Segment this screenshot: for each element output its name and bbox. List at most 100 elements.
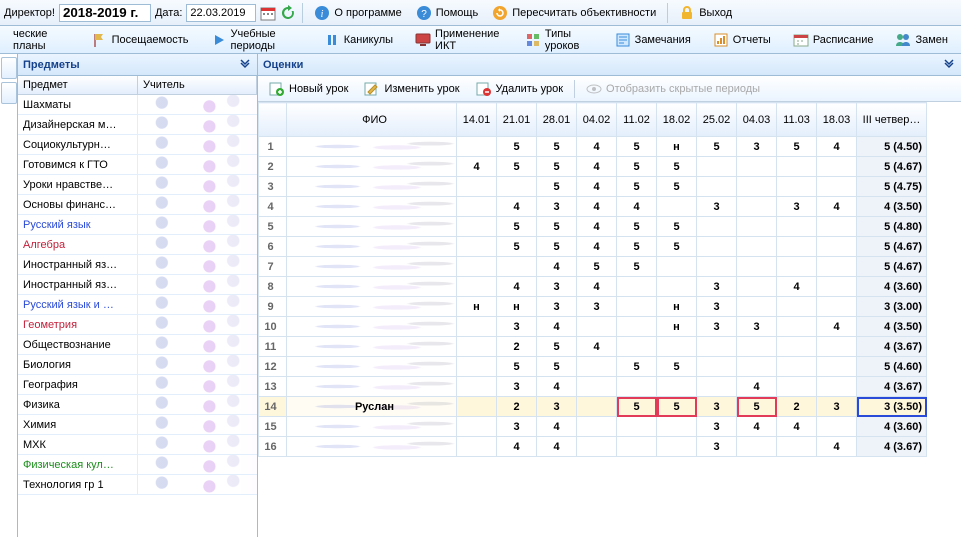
grade-cell[interactable] [657, 377, 697, 397]
grade-cell[interactable] [617, 437, 657, 457]
grade-cell[interactable] [577, 317, 617, 337]
grade-cell[interactable]: 5 [537, 337, 577, 357]
grade-cell[interactable]: н [657, 317, 697, 337]
grade-cell[interactable]: 4 [577, 237, 617, 257]
grade-cell[interactable]: 5 [617, 157, 657, 177]
recalc-button[interactable]: Пересчитать объективности [487, 3, 661, 23]
col-teacher[interactable]: Учитель [138, 76, 257, 94]
grade-cell[interactable]: 3 [537, 397, 577, 417]
delete-lesson-button[interactable]: Удалить урок [471, 79, 568, 99]
grades-grid[interactable]: ФИО14.0121.0128.0104.0211.0218.0225.0204… [258, 102, 961, 537]
grade-cell[interactable] [697, 337, 737, 357]
grade-cell[interactable]: 5 [617, 137, 657, 157]
grade-cell[interactable] [737, 157, 777, 177]
grade-cell[interactable]: 5 [737, 397, 777, 417]
scroll-right-button[interactable] [1, 82, 17, 104]
grade-cell[interactable]: 3 [697, 317, 737, 337]
grade-cell[interactable]: 5 [657, 217, 697, 237]
grade-cell[interactable]: 4 [817, 437, 857, 457]
exit-button[interactable]: Выход [674, 3, 737, 23]
subject-row[interactable]: Геометрия [18, 315, 257, 335]
table-row[interactable]: 5554555 (4.80) [259, 217, 927, 237]
grade-cell[interactable]: 3 [537, 277, 577, 297]
grade-cell[interactable]: 4 [497, 437, 537, 457]
tab-notes[interactable]: Замечания [606, 28, 700, 52]
grade-cell[interactable]: 4 [777, 277, 817, 297]
grade-cell[interactable] [737, 357, 777, 377]
grade-cell[interactable]: 5 [617, 217, 657, 237]
grade-cell[interactable]: 4 [577, 277, 617, 297]
subject-row[interactable]: Иностранный яз… [18, 255, 257, 275]
col-date[interactable]: 11.02 [617, 103, 657, 137]
col-date[interactable]: 18.02 [657, 103, 697, 137]
grade-cell[interactable]: 5 [537, 357, 577, 377]
grade-cell[interactable] [657, 417, 697, 437]
grade-cell[interactable] [737, 177, 777, 197]
grade-cell[interactable]: 3 [697, 397, 737, 417]
col-total[interactable]: III четвер… [857, 103, 927, 137]
tab-periods[interactable]: Учебные периоды [202, 26, 311, 54]
date-input[interactable] [186, 4, 256, 22]
grade-cell[interactable]: 2 [497, 337, 537, 357]
grade-cell[interactable] [817, 357, 857, 377]
subject-row[interactable]: Алгебра [18, 235, 257, 255]
col-date[interactable]: 18.03 [817, 103, 857, 137]
collapse-icon[interactable] [942, 58, 956, 72]
grade-cell[interactable]: 5 [657, 397, 697, 417]
grade-cell[interactable] [817, 297, 857, 317]
edit-lesson-button[interactable]: Изменить урок [359, 79, 464, 99]
grade-cell[interactable] [737, 257, 777, 277]
grade-cell[interactable]: 3 [697, 277, 737, 297]
grade-cell[interactable]: 5 [657, 357, 697, 377]
grade-cell[interactable]: 5 [617, 357, 657, 377]
new-lesson-button[interactable]: Новый урок [264, 79, 353, 99]
refresh-icon[interactable] [280, 5, 296, 21]
grade-cell[interactable] [457, 337, 497, 357]
grade-cell[interactable]: 3 [777, 197, 817, 217]
subject-row[interactable]: Основы финанс… [18, 195, 257, 215]
grade-cell[interactable]: 5 [497, 217, 537, 237]
grade-cell[interactable]: 4 [537, 257, 577, 277]
subject-row[interactable]: Технология гр 1 [18, 475, 257, 495]
grade-cell[interactable] [457, 377, 497, 397]
grade-cell[interactable]: 4 [577, 177, 617, 197]
table-row[interactable]: 1034н3344 (3.50) [259, 317, 927, 337]
subjects-grid[interactable]: Предмет Учитель ШахматыДизайнерская м…Со… [18, 76, 257, 537]
grade-cell[interactable] [457, 357, 497, 377]
grade-cell[interactable] [737, 237, 777, 257]
calendar-icon[interactable] [260, 5, 276, 21]
col-rownum[interactable] [259, 103, 287, 137]
grade-cell[interactable] [617, 377, 657, 397]
grade-cell[interactable]: 4 [577, 157, 617, 177]
grade-cell[interactable]: 5 [537, 137, 577, 157]
table-row[interactable]: 1644344 (3.67) [259, 437, 927, 457]
grade-cell[interactable]: 3 [817, 397, 857, 417]
grade-cell[interactable] [737, 437, 777, 457]
grade-cell[interactable]: 4 [457, 157, 497, 177]
subject-row[interactable]: Физическая кул… [18, 455, 257, 475]
col-date[interactable]: 21.01 [497, 103, 537, 137]
show-hidden-button[interactable]: Отобразить скрытые периоды [581, 79, 765, 99]
grade-cell[interactable] [577, 377, 617, 397]
grade-cell[interactable]: 5 [537, 237, 577, 257]
subject-row[interactable]: МХК [18, 435, 257, 455]
grade-cell[interactable] [617, 337, 657, 357]
subject-row[interactable]: Биология [18, 355, 257, 375]
grade-cell[interactable]: 5 [537, 177, 577, 197]
grade-cell[interactable]: 4 [577, 197, 617, 217]
grade-cell[interactable] [457, 397, 497, 417]
about-button[interactable]: iО программе [309, 3, 406, 23]
grade-cell[interactable]: 4 [497, 197, 537, 217]
grade-cell[interactable] [457, 177, 497, 197]
grade-cell[interactable]: 4 [537, 437, 577, 457]
table-row[interactable]: 74555 (4.67) [259, 257, 927, 277]
grade-cell[interactable] [737, 337, 777, 357]
subject-row[interactable]: Физика [18, 395, 257, 415]
grade-cell[interactable] [817, 217, 857, 237]
grade-cell[interactable]: 4 [537, 417, 577, 437]
grade-cell[interactable]: 5 [577, 257, 617, 277]
grade-cell[interactable] [817, 177, 857, 197]
grade-cell[interactable]: 2 [777, 397, 817, 417]
grade-cell[interactable] [777, 157, 817, 177]
grade-cell[interactable] [777, 177, 817, 197]
